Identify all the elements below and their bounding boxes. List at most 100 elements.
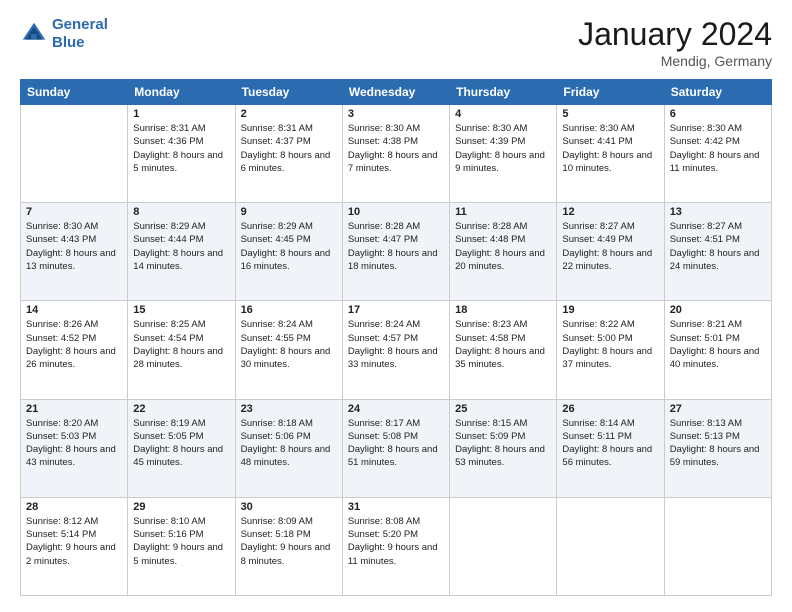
location: Mendig, Germany [578, 53, 772, 69]
day-cell: 1 Sunrise: 8:31 AM Sunset: 4:36 PM Dayli… [128, 105, 235, 203]
day-cell [450, 497, 557, 595]
day-info: Sunrise: 8:30 AM Sunset: 4:38 PM Dayligh… [348, 122, 444, 175]
sunset: Sunset: 5:18 PM [241, 529, 311, 540]
sunrise: Sunrise: 8:13 AM [670, 418, 742, 429]
day-number: 31 [348, 501, 444, 513]
logo-line1: General [52, 16, 108, 33]
sunrise: Sunrise: 8:21 AM [670, 319, 742, 330]
sunrise: Sunrise: 8:18 AM [241, 418, 313, 429]
sunset: Sunset: 4:54 PM [133, 333, 203, 344]
week-row-4: 21 Sunrise: 8:20 AM Sunset: 5:03 PM Dayl… [21, 399, 772, 497]
day-number: 19 [562, 304, 658, 316]
weekday-header-saturday: Saturday [664, 80, 771, 105]
daylight: Daylight: 9 hours and 2 minutes. [26, 542, 116, 566]
day-number: 10 [348, 206, 444, 218]
sunrise: Sunrise: 8:09 AM [241, 516, 313, 527]
day-number: 25 [455, 403, 551, 415]
day-number: 12 [562, 206, 658, 218]
day-info: Sunrise: 8:30 AM Sunset: 4:39 PM Dayligh… [455, 122, 551, 175]
day-number: 11 [455, 206, 551, 218]
daylight: Daylight: 8 hours and 56 minutes. [562, 444, 652, 468]
sunset: Sunset: 4:51 PM [670, 234, 740, 245]
day-number: 28 [26, 501, 122, 513]
sunset: Sunset: 5:11 PM [562, 431, 632, 442]
day-cell: 29 Sunrise: 8:10 AM Sunset: 5:16 PM Dayl… [128, 497, 235, 595]
day-cell: 15 Sunrise: 8:25 AM Sunset: 4:54 PM Dayl… [128, 301, 235, 399]
day-cell [557, 497, 664, 595]
day-info: Sunrise: 8:31 AM Sunset: 4:37 PM Dayligh… [241, 122, 337, 175]
day-info: Sunrise: 8:13 AM Sunset: 5:13 PM Dayligh… [670, 417, 766, 470]
day-number: 22 [133, 403, 229, 415]
day-info: Sunrise: 8:18 AM Sunset: 5:06 PM Dayligh… [241, 417, 337, 470]
daylight: Daylight: 8 hours and 33 minutes. [348, 346, 438, 370]
day-number: 9 [241, 206, 337, 218]
logo-text: General Blue [52, 16, 108, 52]
day-cell: 2 Sunrise: 8:31 AM Sunset: 4:37 PM Dayli… [235, 105, 342, 203]
weekday-header-tuesday: Tuesday [235, 80, 342, 105]
sunset: Sunset: 4:44 PM [133, 234, 203, 245]
sunset: Sunset: 5:13 PM [670, 431, 740, 442]
day-info: Sunrise: 8:28 AM Sunset: 4:48 PM Dayligh… [455, 220, 551, 273]
day-number: 4 [455, 108, 551, 120]
sunset: Sunset: 4:45 PM [241, 234, 311, 245]
day-cell: 8 Sunrise: 8:29 AM Sunset: 4:44 PM Dayli… [128, 203, 235, 301]
daylight: Daylight: 8 hours and 9 minutes. [455, 150, 545, 174]
sunrise: Sunrise: 8:14 AM [562, 418, 634, 429]
daylight: Daylight: 8 hours and 43 minutes. [26, 444, 116, 468]
page: General Blue January 2024 Mendig, German… [0, 0, 792, 612]
sunset: Sunset: 5:00 PM [562, 333, 632, 344]
sunset: Sunset: 5:08 PM [348, 431, 418, 442]
daylight: Daylight: 8 hours and 35 minutes. [455, 346, 545, 370]
day-cell: 6 Sunrise: 8:30 AM Sunset: 4:42 PM Dayli… [664, 105, 771, 203]
sunrise: Sunrise: 8:29 AM [133, 221, 205, 232]
day-number: 26 [562, 403, 658, 415]
sunset: Sunset: 5:05 PM [133, 431, 203, 442]
daylight: Daylight: 8 hours and 26 minutes. [26, 346, 116, 370]
daylight: Daylight: 9 hours and 8 minutes. [241, 542, 331, 566]
weekday-header-sunday: Sunday [21, 80, 128, 105]
sunset: Sunset: 4:43 PM [26, 234, 96, 245]
day-cell: 10 Sunrise: 8:28 AM Sunset: 4:47 PM Dayl… [342, 203, 449, 301]
day-info: Sunrise: 8:30 AM Sunset: 4:42 PM Dayligh… [670, 122, 766, 175]
sunset: Sunset: 5:14 PM [26, 529, 96, 540]
day-info: Sunrise: 8:26 AM Sunset: 4:52 PM Dayligh… [26, 318, 122, 371]
day-number: 13 [670, 206, 766, 218]
day-info: Sunrise: 8:27 AM Sunset: 4:51 PM Dayligh… [670, 220, 766, 273]
daylight: Daylight: 8 hours and 53 minutes. [455, 444, 545, 468]
day-info: Sunrise: 8:29 AM Sunset: 4:45 PM Dayligh… [241, 220, 337, 273]
day-info: Sunrise: 8:24 AM Sunset: 4:57 PM Dayligh… [348, 318, 444, 371]
sunrise: Sunrise: 8:25 AM [133, 319, 205, 330]
day-cell: 12 Sunrise: 8:27 AM Sunset: 4:49 PM Dayl… [557, 203, 664, 301]
day-cell: 18 Sunrise: 8:23 AM Sunset: 4:58 PM Dayl… [450, 301, 557, 399]
day-info: Sunrise: 8:30 AM Sunset: 4:43 PM Dayligh… [26, 220, 122, 273]
weekday-header-friday: Friday [557, 80, 664, 105]
day-number: 6 [670, 108, 766, 120]
sunrise: Sunrise: 8:23 AM [455, 319, 527, 330]
title-section: January 2024 Mendig, Germany [578, 16, 772, 69]
daylight: Daylight: 8 hours and 30 minutes. [241, 346, 331, 370]
day-number: 17 [348, 304, 444, 316]
sunrise: Sunrise: 8:28 AM [348, 221, 420, 232]
daylight: Daylight: 8 hours and 24 minutes. [670, 248, 760, 272]
sunset: Sunset: 5:09 PM [455, 431, 525, 442]
daylight: Daylight: 9 hours and 11 minutes. [348, 542, 438, 566]
day-number: 3 [348, 108, 444, 120]
sunset: Sunset: 5:06 PM [241, 431, 311, 442]
day-info: Sunrise: 8:12 AM Sunset: 5:14 PM Dayligh… [26, 515, 122, 568]
day-cell: 4 Sunrise: 8:30 AM Sunset: 4:39 PM Dayli… [450, 105, 557, 203]
sunset: Sunset: 4:48 PM [455, 234, 525, 245]
day-number: 27 [670, 403, 766, 415]
day-info: Sunrise: 8:25 AM Sunset: 4:54 PM Dayligh… [133, 318, 229, 371]
day-number: 15 [133, 304, 229, 316]
sunrise: Sunrise: 8:19 AM [133, 418, 205, 429]
day-cell [664, 497, 771, 595]
day-cell: 24 Sunrise: 8:17 AM Sunset: 5:08 PM Dayl… [342, 399, 449, 497]
day-number: 21 [26, 403, 122, 415]
daylight: Daylight: 8 hours and 7 minutes. [348, 150, 438, 174]
day-number: 20 [670, 304, 766, 316]
daylight: Daylight: 8 hours and 11 minutes. [670, 150, 760, 174]
sunset: Sunset: 4:58 PM [455, 333, 525, 344]
day-number: 2 [241, 108, 337, 120]
day-cell: 16 Sunrise: 8:24 AM Sunset: 4:55 PM Dayl… [235, 301, 342, 399]
sunrise: Sunrise: 8:26 AM [26, 319, 98, 330]
